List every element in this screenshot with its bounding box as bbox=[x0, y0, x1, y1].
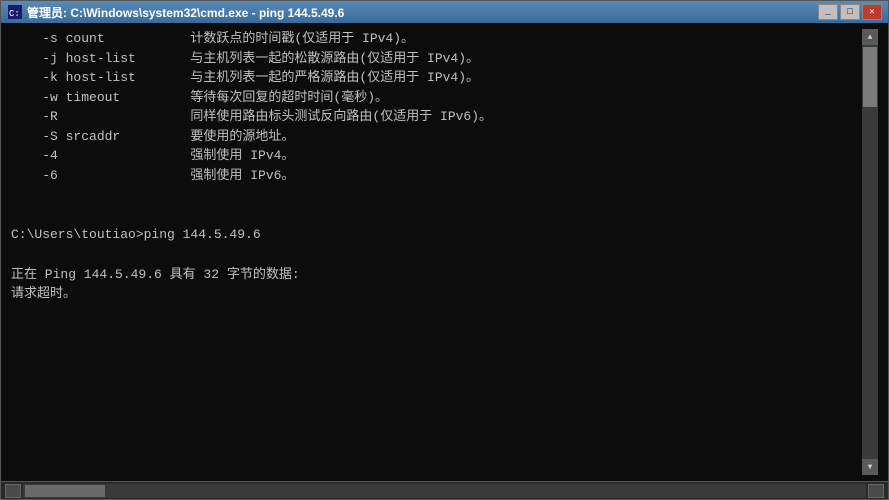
console-line bbox=[11, 185, 862, 205]
title-bar: C: 管理员: C:\Windows\system32\cmd.exe - pi… bbox=[1, 1, 888, 23]
scroll-track[interactable] bbox=[862, 109, 878, 459]
minimize-button[interactable]: _ bbox=[818, 4, 838, 20]
console-line bbox=[11, 205, 862, 225]
console-line: -j host-list 与主机列表一起的松散源路由(仅适用于 IPv4)。 bbox=[11, 49, 862, 69]
console-line: 正在 Ping 144.5.49.6 具有 32 字节的数据: bbox=[11, 265, 862, 285]
console-line: -R 同样使用路由标头测试反向路由(仅适用于 IPv6)。 bbox=[11, 107, 862, 127]
cmd-icon: C: bbox=[7, 4, 23, 20]
horizontal-scrollbar[interactable] bbox=[23, 484, 866, 498]
maximize-button[interactable]: □ bbox=[840, 4, 860, 20]
close-button[interactable]: ✕ bbox=[862, 4, 882, 20]
scroll-down-arrow[interactable]: ▼ bbox=[862, 459, 878, 475]
scroll-thumb[interactable] bbox=[863, 47, 877, 107]
console-line: -S srcaddr 要使用的源地址。 bbox=[11, 127, 862, 147]
vertical-scrollbar[interactable]: ▲ ▼ bbox=[862, 29, 878, 475]
title-bar-buttons: _ □ ✕ bbox=[818, 4, 882, 20]
status-bar bbox=[1, 481, 888, 499]
console-area: -s count 计数跃点的时间戳(仅适用于 IPv4)。 -j host-li… bbox=[1, 23, 888, 481]
console-content: -s count 计数跃点的时间戳(仅适用于 IPv4)。 -j host-li… bbox=[11, 29, 862, 475]
console-line: -6 强制使用 IPv6。 bbox=[11, 166, 862, 186]
window-title: 管理员: C:\Windows\system32\cmd.exe - ping … bbox=[27, 4, 818, 21]
console-line: -w timeout 等待每次回复的超时时间(毫秒)。 bbox=[11, 88, 862, 108]
console-line: C:\Users\toutiao>ping 144.5.49.6 bbox=[11, 225, 862, 245]
horizontal-scroll-thumb[interactable] bbox=[25, 485, 105, 497]
svg-text:C:: C: bbox=[9, 9, 20, 19]
scroll-right-arrow[interactable] bbox=[868, 484, 884, 498]
window-frame: C: 管理员: C:\Windows\system32\cmd.exe - pi… bbox=[0, 0, 889, 500]
console-line: -s count 计数跃点的时间戳(仅适用于 IPv4)。 bbox=[11, 29, 862, 49]
console-line bbox=[11, 245, 862, 265]
console-line: -4 强制使用 IPv4。 bbox=[11, 146, 862, 166]
console-line: 请求超时。 bbox=[11, 284, 862, 304]
scroll-up-arrow[interactable]: ▲ bbox=[862, 29, 878, 45]
scroll-left-arrow[interactable] bbox=[5, 484, 21, 498]
console-line: -k host-list 与主机列表一起的严格源路由(仅适用于 IPv4)。 bbox=[11, 68, 862, 88]
